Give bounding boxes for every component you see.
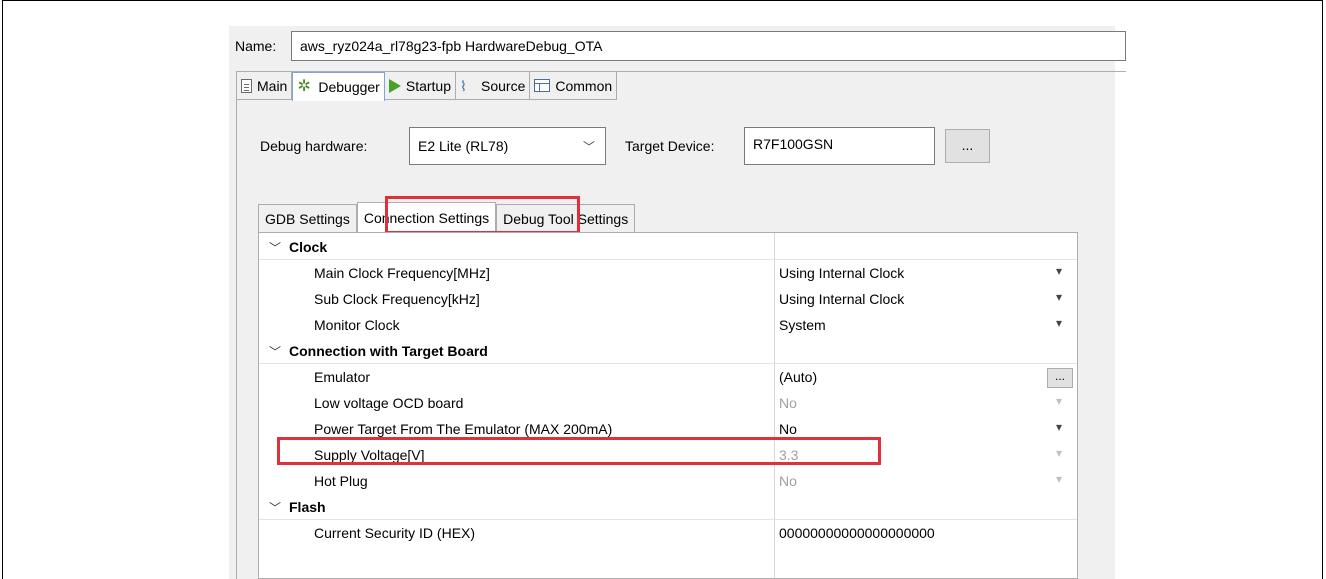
category-label: Connection with Target Board (289, 343, 488, 359)
highlight-box-connection-tab (385, 196, 580, 234)
tab-startup[interactable]: Startup (384, 72, 456, 100)
property-name: Main Clock Frequency[MHz] (314, 265, 490, 281)
property-name: Sub Clock Frequency[kHz] (314, 291, 480, 307)
property-row[interactable]: Hot Plug No ▾ (259, 471, 1077, 493)
tab-main[interactable]: Main (237, 72, 293, 100)
chevron-down-icon[interactable]: ▾ (1056, 316, 1062, 330)
property-value: Using Internal Clock (779, 291, 905, 307)
debug-hardware-value: E2 Lite (RL78) (418, 138, 509, 154)
property-name: Monitor Clock (314, 317, 400, 333)
property-row[interactable]: Current Security ID (HEX) 00000000000000… (259, 523, 1077, 545)
chevron-down-icon: ﹀ (269, 241, 282, 255)
property-name: Emulator (314, 369, 371, 385)
property-name: Power Target From The Emulator (MAX 200m… (314, 421, 613, 437)
category-flash[interactable]: ﹀ Flash (259, 497, 1077, 520)
property-value: No (779, 421, 797, 437)
property-value: System (779, 317, 826, 333)
tab-debugger-label: Debugger (318, 79, 380, 95)
tab-common[interactable]: Common (530, 72, 618, 100)
property-row[interactable]: Emulator (Auto) ... (259, 367, 1077, 389)
chevron-down-icon: ▾ (1056, 394, 1063, 408)
property-name: Low voltage OCD board (314, 395, 464, 411)
property-name: Hot Plug (314, 473, 368, 489)
browse-device-button[interactable]: ... (945, 129, 990, 163)
source-icon: ⌇ (460, 77, 467, 94)
name-label: Name: (235, 38, 277, 54)
target-device-input[interactable]: R7F100GSN (744, 127, 935, 165)
emulator-browse-button[interactable]: ... (1047, 368, 1073, 388)
chevron-down-icon[interactable]: ▾ (1056, 290, 1062, 304)
tab-gdb-settings[interactable]: GDB Settings (258, 204, 357, 232)
property-row[interactable]: Low voltage OCD board No ▾ (259, 393, 1077, 415)
tab-source-label: Source (481, 77, 526, 94)
chevron-down-icon[interactable]: ▾ (1056, 420, 1062, 434)
config-name-input[interactable]: aws_ryz024a_rl78g23-fpb HardwareDebug_OT… (291, 31, 1126, 61)
chevron-down-icon: ﹀ (269, 345, 282, 359)
chevron-down-icon: ▾ (1056, 446, 1063, 460)
common-icon (534, 79, 551, 92)
debug-hardware-label: Debug hardware: (260, 138, 368, 154)
bug-icon: ✲ (297, 78, 311, 95)
property-row[interactable]: Main Clock Frequency[MHz] Using Internal… (259, 263, 1077, 285)
property-row[interactable]: Monitor Clock System ▾ (259, 315, 1077, 337)
property-name: Current Security ID (HEX) (314, 525, 476, 541)
property-value: Using Internal Clock (779, 265, 905, 281)
chevron-down-icon: ﹀ (269, 501, 282, 515)
chevron-down-icon: ▾ (1056, 472, 1063, 486)
play-icon (388, 78, 401, 93)
category-clock[interactable]: ﹀ Clock (259, 237, 1077, 260)
property-value: 00000000000000000000 (779, 525, 935, 541)
tab-source[interactable]: ⌇ Source (456, 72, 531, 100)
document-icon (241, 78, 252, 93)
tab-main-label: Main (257, 77, 288, 94)
category-label: Flash (289, 499, 326, 515)
category-connection[interactable]: ﹀ Connection with Target Board (259, 341, 1077, 364)
property-row[interactable]: Sub Clock Frequency[kHz] Using Internal … (259, 289, 1077, 311)
property-value: (Auto) (779, 369, 818, 385)
main-tab-bar: Main ✲ Debugger Startup ⌇ Source Common (237, 72, 618, 101)
tab-startup-label: Startup (405, 77, 451, 94)
property-value: No (779, 395, 797, 411)
highlight-box-power-target (277, 437, 881, 465)
tab-common-label: Common (555, 77, 613, 94)
property-table: ﹀ Clock Main Clock Frequency[MHz] Using … (258, 232, 1078, 579)
property-value: No (779, 473, 797, 489)
debug-hardware-select[interactable]: E2 Lite (RL78) ﹀ (409, 127, 606, 165)
chevron-down-icon[interactable]: ▾ (1056, 264, 1062, 278)
chevron-down-icon: ﹀ (582, 140, 595, 154)
target-device-label: Target Device: (625, 138, 715, 154)
category-label: Clock (289, 239, 328, 255)
tab-debugger[interactable]: ✲ Debugger (292, 72, 385, 101)
